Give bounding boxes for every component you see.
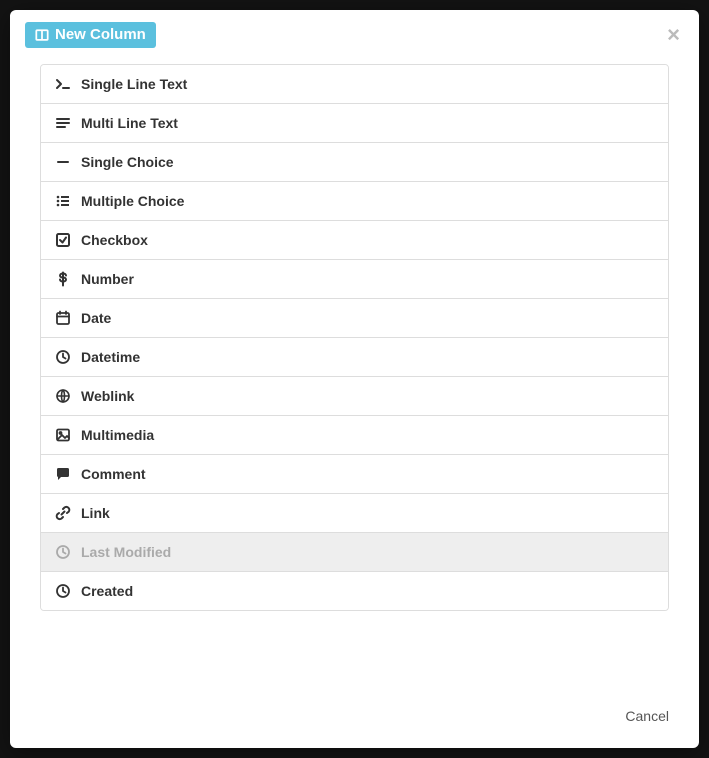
close-button[interactable]: × [663,24,684,46]
column-type-option[interactable]: Multi Line Text [41,104,668,143]
modal-title: New Column [55,26,146,44]
column-type-option[interactable]: Created [41,572,668,610]
comment-icon [55,466,71,482]
column-type-label: Weblink [81,388,134,404]
column-type-option[interactable]: Number [41,260,668,299]
column-type-label: Date [81,310,111,326]
list-icon [55,193,71,209]
modal-body: Single Line Text Multi Line Text Single … [10,58,699,688]
new-column-modal: New Column × Single Line Text Multi Line… [10,10,699,748]
cancel-button[interactable]: Cancel [615,702,679,730]
column-type-option[interactable]: Weblink [41,377,668,416]
column-type-option[interactable]: Link [41,494,668,533]
column-type-label: Single Line Text [81,76,187,92]
minus-icon [55,154,71,170]
clock-icon [55,544,71,560]
column-type-label: Comment [81,466,146,482]
check-square-icon [55,232,71,248]
column-type-label: Checkbox [81,232,148,248]
column-type-label: Single Choice [81,154,174,170]
column-type-option[interactable]: Comment [41,455,668,494]
column-type-label: Last Modified [81,544,171,560]
clock-icon [55,583,71,599]
clock-icon [55,349,71,365]
column-type-label: Datetime [81,349,140,365]
column-type-label: Link [81,505,110,521]
align-left-icon [55,115,71,131]
column-type-option[interactable]: Datetime [41,338,668,377]
column-type-option[interactable]: Single Line Text [41,65,668,104]
link-icon [55,505,71,521]
column-type-label: Created [81,583,133,599]
column-type-label: Number [81,271,134,287]
columns-icon [35,28,49,42]
modal-header: New Column × [10,10,699,58]
column-type-option[interactable]: Date [41,299,668,338]
image-icon [55,427,71,443]
calendar-icon [55,310,71,326]
globe-icon [55,388,71,404]
column-type-option[interactable]: Multiple Choice [41,182,668,221]
column-type-label: Multi Line Text [81,115,178,131]
column-type-label: Multiple Choice [81,193,184,209]
modal-title-badge: New Column [25,22,156,48]
column-type-label: Multimedia [81,427,154,443]
column-type-option[interactable]: Multimedia [41,416,668,455]
column-type-option[interactable]: Single Choice [41,143,668,182]
column-type-option[interactable]: Checkbox [41,221,668,260]
terminal-icon [55,76,71,92]
column-type-option: Last Modified [41,533,668,572]
modal-footer: Cancel [10,688,699,748]
dollar-icon [55,271,71,287]
column-type-list: Single Line Text Multi Line Text Single … [40,64,669,611]
